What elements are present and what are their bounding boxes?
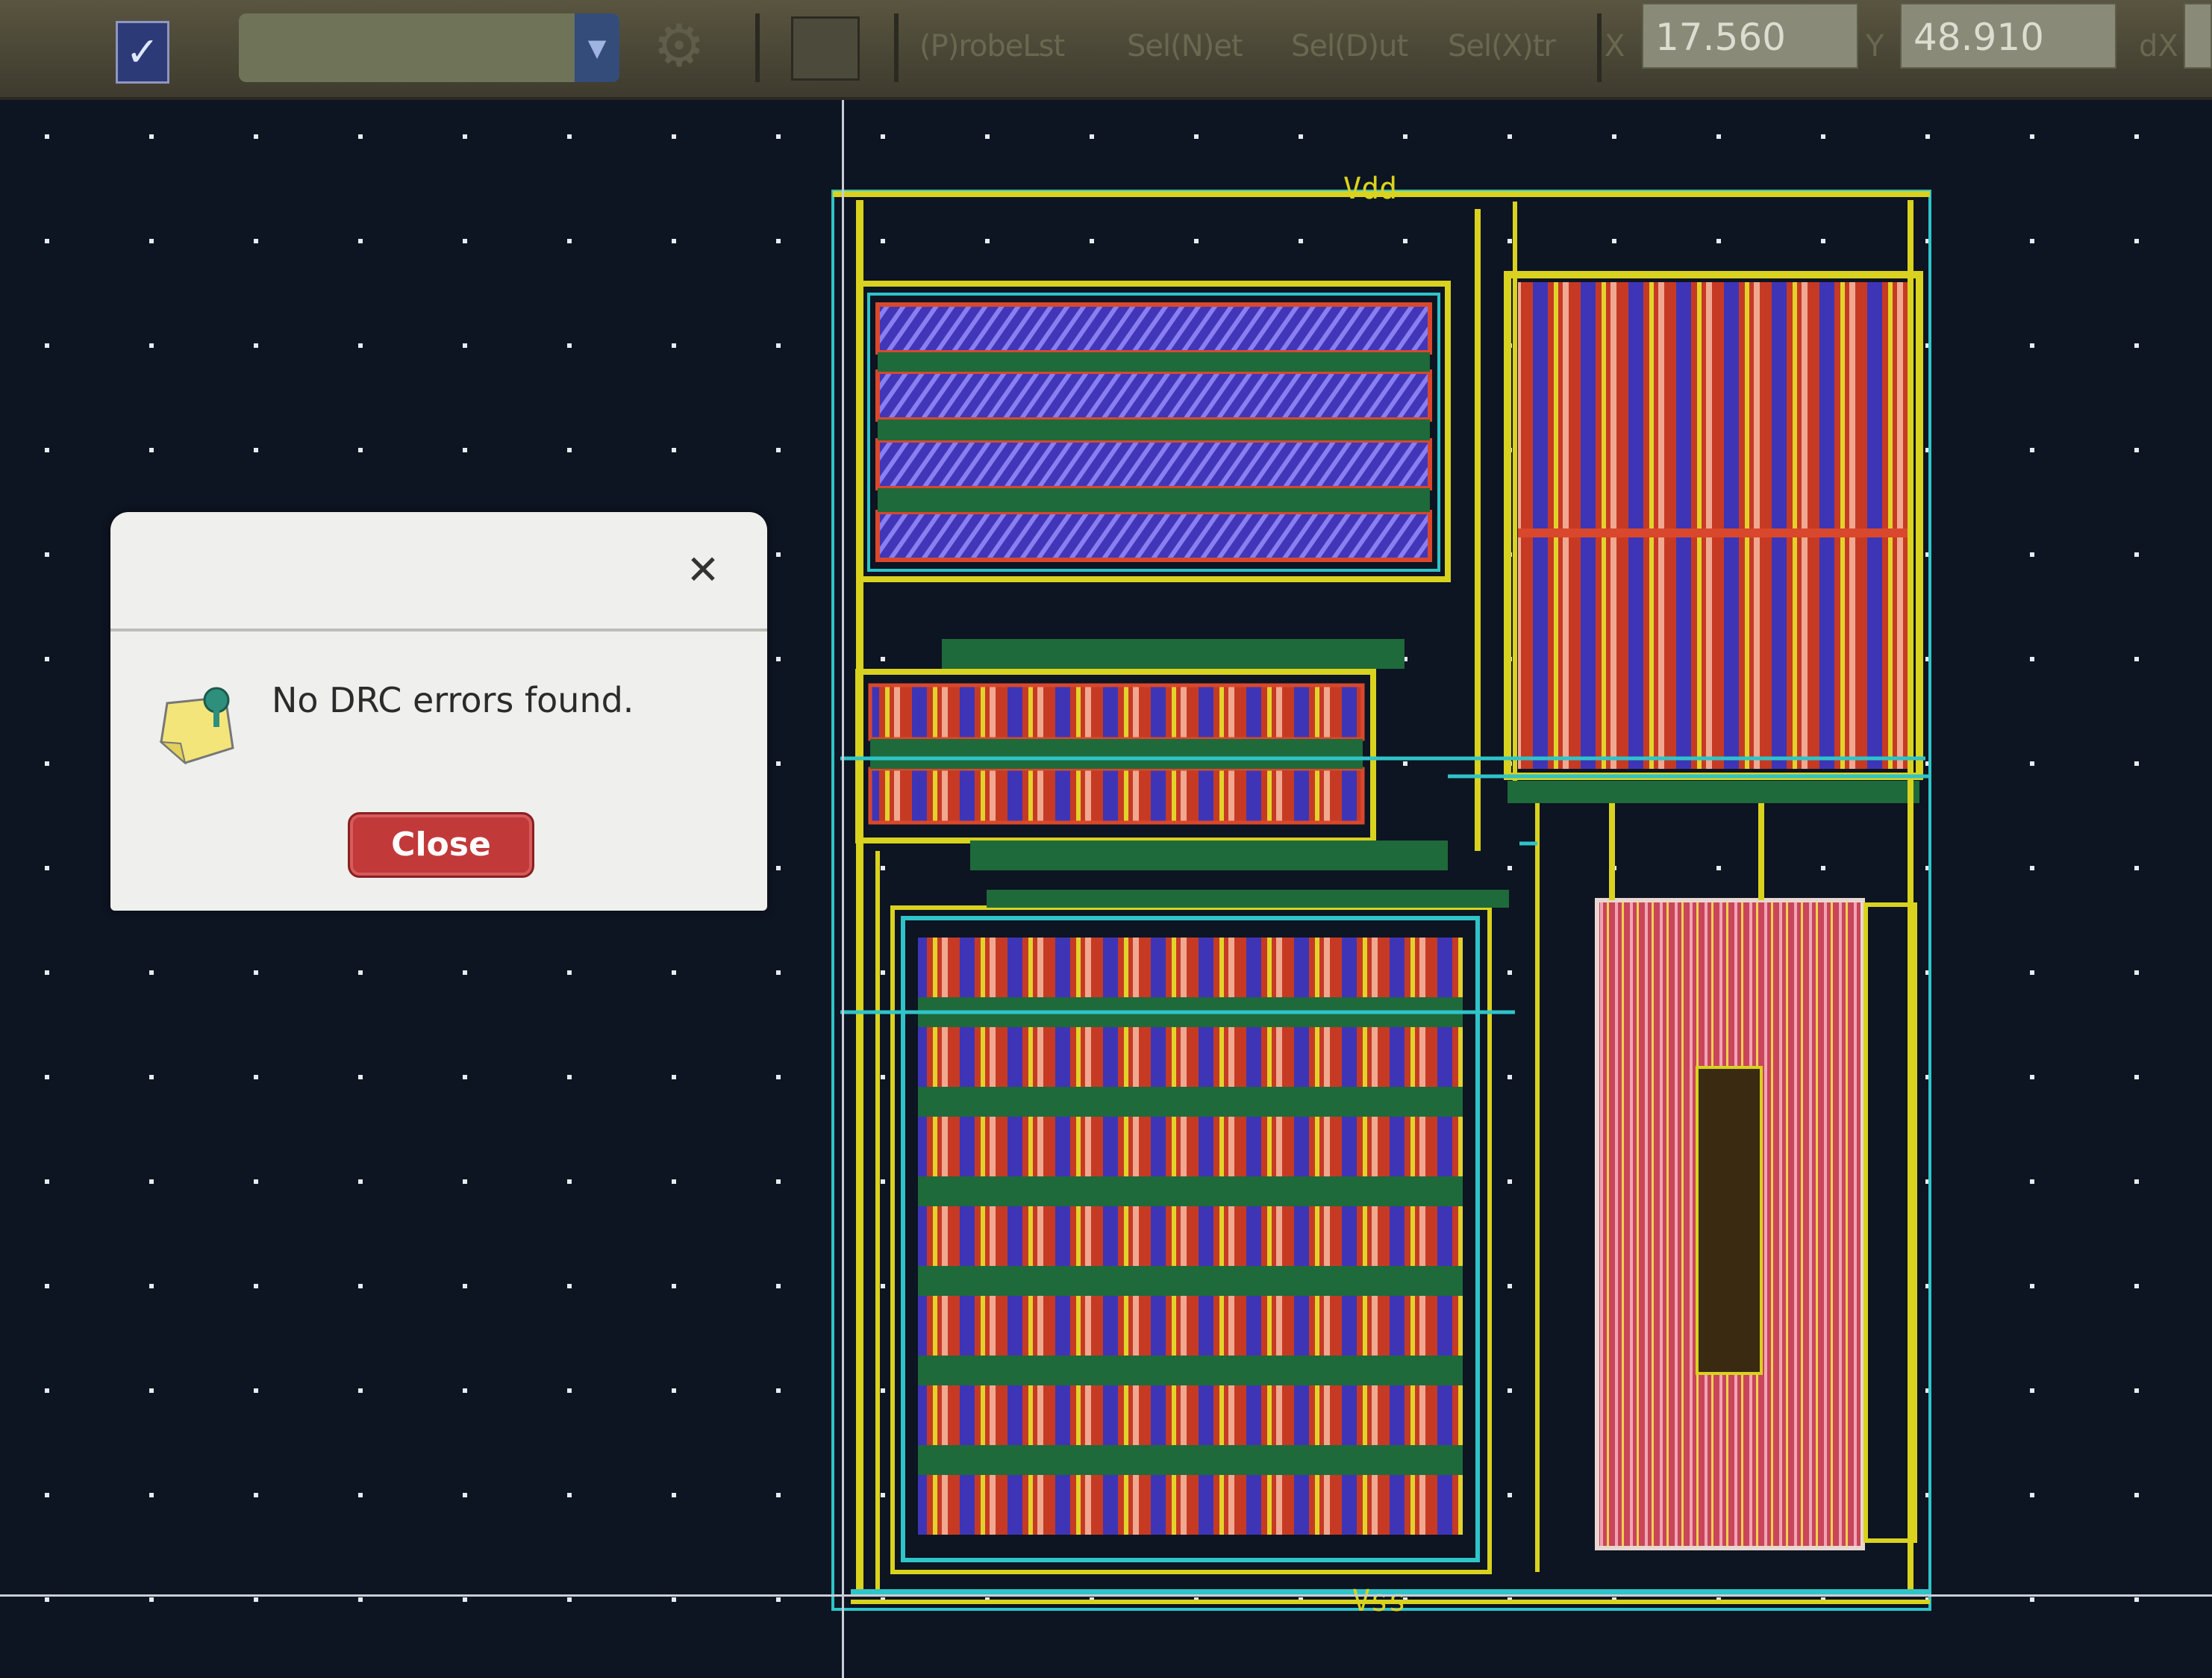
toolbar: ✓ ▼ ⚙ (P)robeLst Sel(N)et Sel(D)ut Sel(X…: [0, 0, 2212, 100]
select-xtr-button[interactable]: Sel(X)tr: [1448, 22, 1556, 70]
close-button[interactable]: Close: [348, 812, 534, 878]
y-coord-label: Y: [1866, 29, 1884, 63]
toolbar-separator: [755, 13, 760, 82]
layers-icon[interactable]: [791, 16, 860, 81]
probe-list-button[interactable]: (P)robeLst: [919, 22, 1065, 70]
vdd-label: Vdd: [1343, 172, 1398, 206]
cell-array-top-left: [857, 281, 1451, 582]
chevron-down-icon[interactable]: ▼: [575, 13, 619, 82]
gear-icon[interactable]: ⚙: [649, 16, 709, 76]
dialog-message: No DRC errors found.: [272, 680, 634, 720]
toolbar-separator: [894, 13, 899, 82]
note-pin-icon: [145, 670, 257, 782]
x-coord-label: X: [1605, 29, 1625, 63]
visibility-checkbox[interactable]: ✓: [116, 21, 169, 84]
y-axis-line: [842, 100, 844, 1678]
dx-coordinate-field[interactable]: [2184, 3, 2212, 69]
resistor-block-bottom-right: [1595, 898, 1917, 1550]
vss-label: Vss: [1352, 1584, 1407, 1618]
dialog-title-bar: ✕: [110, 512, 767, 631]
y-coordinate-field[interactable]: 48.910: [1900, 3, 2116, 69]
x-axis-line: [0, 1594, 2212, 1597]
toolbar-separator: [1597, 13, 1602, 82]
cell-array-bottom-left: [890, 890, 1509, 1574]
x-coordinate-field[interactable]: 17.560: [1642, 3, 1858, 69]
layer-combo-box[interactable]: ▼: [239, 13, 619, 82]
select-dut-button[interactable]: Sel(D)ut: [1291, 22, 1408, 70]
close-icon[interactable]: ✕: [681, 548, 725, 593]
select-net-button[interactable]: Sel(N)et: [1127, 22, 1243, 70]
capacitor-block-top-right: [1504, 271, 1923, 803]
drc-result-dialog: ✕ No DRC errors found. Close: [110, 512, 767, 911]
dx-coord-label: dX: [2139, 29, 2178, 63]
